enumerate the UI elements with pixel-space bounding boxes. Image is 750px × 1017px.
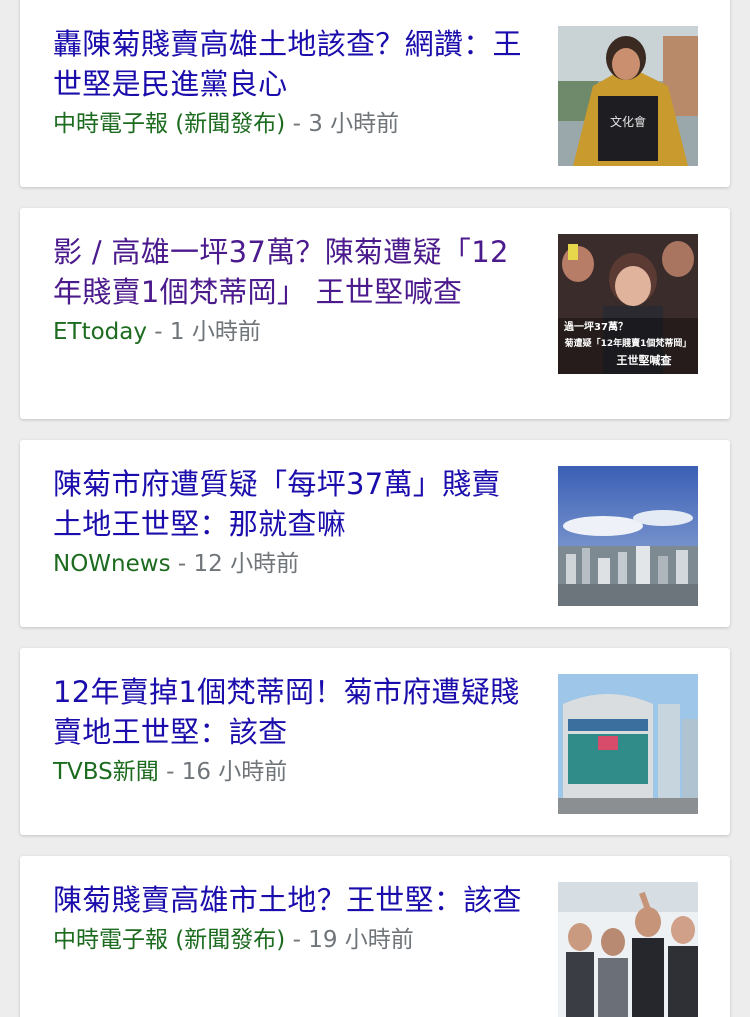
news-time: 1 小時前 (169, 319, 261, 345)
news-source: NOWnews (53, 551, 171, 577)
news-source: TVBS新聞 (53, 759, 159, 785)
thumbnail-image-crowd: 過一坪37萬？ 菊遭疑「12年賤賣1個梵蒂岡」 王世堅喊查 (558, 234, 698, 374)
news-card[interactable]: 陳菊賤賣高雄市土地？王世堅：該查 中時電子報 (新聞發布) - 19 小時前 (20, 856, 730, 1017)
news-thumbnail[interactable] (558, 674, 698, 814)
thumbnail-caption-line1: 過一坪37萬？ (563, 320, 628, 333)
news-time: 19 小時前 (308, 927, 414, 953)
news-card-text: 陳菊市府遭質疑「每坪37萬」賤賣土地王世堅：那就查嘛 NOWnews - 12 … (53, 464, 523, 579)
news-headline[interactable]: 12年賣掉1個梵蒂岡！菊市府遭疑賤賣地王世堅：該查 (53, 672, 523, 752)
thumbnail-caption-line2: 菊遭疑「12年賤賣1個梵蒂岡」 (564, 337, 692, 349)
news-meta: NOWnews - 12 小時前 (53, 549, 523, 579)
news-time: 12 小時前 (193, 551, 300, 577)
news-thumbnail[interactable] (558, 466, 698, 606)
news-card-text: 影 / 高雄一坪37萬？陳菊遭疑「12年賤賣1個梵蒂岡」 王世堅喊查 ETtod… (53, 232, 523, 347)
news-card[interactable]: 12年賣掉1個梵蒂岡！菊市府遭疑賤賣地王世堅：該查 TVBS新聞 - 16 小時… (20, 648, 730, 835)
news-source: ETtoday (53, 319, 147, 345)
news-card-text: 陳菊賤賣高雄市土地？王世堅：該查 中時電子報 (新聞發布) - 19 小時前 (53, 880, 523, 955)
news-thumbnail[interactable]: 過一坪37萬？ 菊遭疑「12年賤賣1個梵蒂岡」 王世堅喊查 (558, 234, 698, 374)
thumbnail-caption-line3: 王世堅喊查 (617, 353, 672, 367)
news-thumbnail[interactable]: 文化會 (558, 26, 698, 166)
news-card-text: 12年賣掉1個梵蒂岡！菊市府遭疑賤賣地王世堅：該查 TVBS新聞 - 16 小時… (53, 672, 523, 787)
news-meta: TVBS新聞 - 16 小時前 (53, 757, 523, 787)
meta-separator: - (146, 319, 170, 345)
meta-separator: - (285, 111, 309, 137)
news-card[interactable]: 轟陳菊賤賣高雄土地該查？網讚：王世堅是民進黨良心 中時電子報 (新聞發布) - … (20, 0, 730, 187)
meta-separator: - (285, 927, 309, 953)
thumbnail-image-cityscape (558, 466, 698, 606)
thumbnail-shirt-text: 文化會 (610, 114, 646, 129)
news-card-text: 轟陳菊賤賣高雄土地該查？網讚：王世堅是民進黨良心 中時電子報 (新聞發布) - … (53, 24, 523, 139)
news-meta: 中時電子報 (新聞發布) - 19 小時前 (53, 925, 523, 955)
meta-separator: - (170, 551, 194, 577)
news-time: 3 小時前 (308, 111, 400, 137)
news-thumbnail[interactable] (558, 882, 698, 1017)
meta-separator: - (158, 759, 182, 785)
thumbnail-image-protester: 文化會 (558, 26, 698, 166)
news-card[interactable]: 陳菊市府遭質疑「每坪37萬」賤賣土地王世堅：那就查嘛 NOWnews - 12 … (20, 440, 730, 627)
news-meta: ETtoday - 1 小時前 (53, 317, 523, 347)
news-feed: 轟陳菊賤賣高雄土地該查？網讚：王世堅是民進黨良心 中時電子報 (新聞發布) - … (0, 0, 750, 1017)
news-source: 中時電子報 (新聞發布) (53, 111, 286, 137)
news-card[interactable]: 影 / 高雄一坪37萬？陳菊遭疑「12年賤賣1個梵蒂岡」 王世堅喊查 ETtod… (20, 208, 730, 419)
thumbnail-image-officials (558, 882, 698, 1017)
news-headline[interactable]: 影 / 高雄一坪37萬？陳菊遭疑「12年賤賣1個梵蒂岡」 王世堅喊查 (53, 232, 523, 312)
news-source: 中時電子報 (新聞發布) (53, 927, 286, 953)
news-time: 16 小時前 (181, 759, 288, 785)
news-headline[interactable]: 陳菊賤賣高雄市土地？王世堅：該查 (53, 880, 523, 920)
news-headline[interactable]: 陳菊市府遭質疑「每坪37萬」賤賣土地王世堅：那就查嘛 (53, 464, 523, 544)
thumbnail-image-mall-building (558, 674, 698, 814)
news-meta: 中時電子報 (新聞發布) - 3 小時前 (53, 109, 523, 139)
news-headline[interactable]: 轟陳菊賤賣高雄土地該查？網讚：王世堅是民進黨良心 (53, 24, 523, 104)
